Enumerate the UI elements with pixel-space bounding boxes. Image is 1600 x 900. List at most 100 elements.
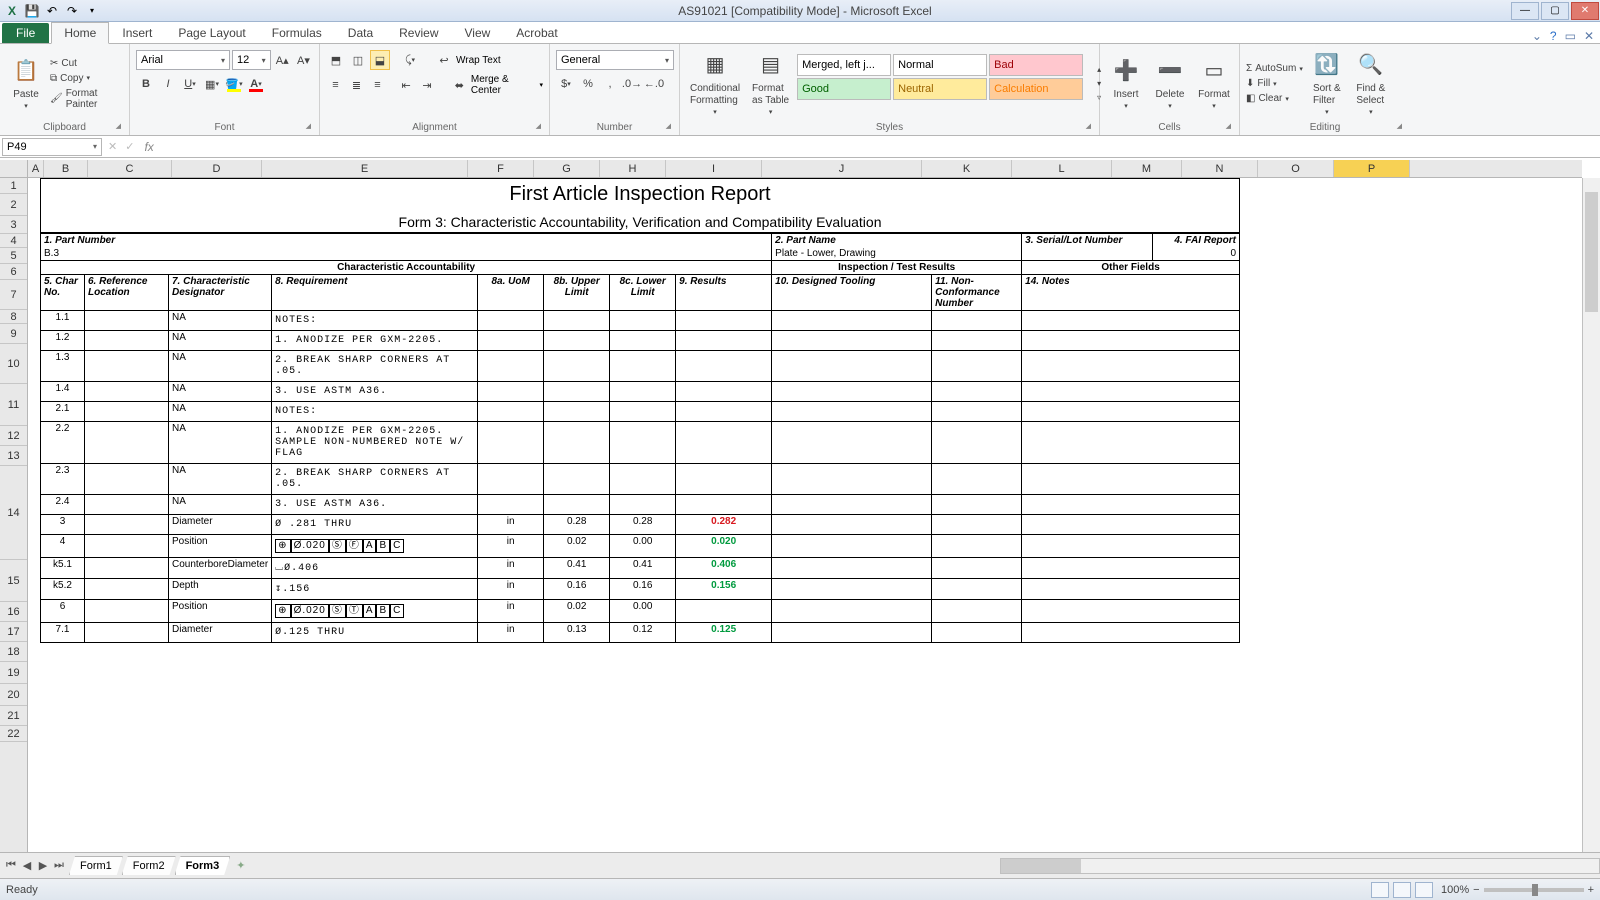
cell-style-3[interactable]: Good (797, 78, 891, 100)
sheet-tab-form3[interactable]: Form3 (175, 856, 231, 875)
increase-indent-icon[interactable]: ⇥ (418, 75, 437, 95)
fx-icon[interactable]: fx (138, 140, 159, 154)
font-name-combo[interactable]: Arial▾ (136, 50, 230, 70)
number-format-combo[interactable]: General▾ (556, 50, 674, 70)
col-header-F[interactable]: F (468, 160, 534, 177)
close-button[interactable]: ✕ (1571, 2, 1599, 20)
tab-home[interactable]: Home (51, 22, 109, 44)
page-break-view-icon[interactable] (1415, 882, 1433, 898)
minimize-ribbon-icon[interactable]: ⌄ (1532, 29, 1542, 43)
sheet-tab-form1[interactable]: Form1 (69, 856, 123, 875)
col-header-J[interactable]: J (762, 160, 922, 177)
percent-icon[interactable]: % (578, 74, 598, 94)
row-header-6[interactable]: 6 (0, 264, 27, 280)
col-header-O[interactable]: O (1258, 160, 1334, 177)
minimize-button[interactable]: — (1511, 2, 1539, 20)
col-header-C[interactable]: C (88, 160, 172, 177)
align-left-icon[interactable]: ≡ (326, 75, 345, 95)
decrease-indent-icon[interactable]: ⇤ (397, 75, 416, 95)
horizontal-scrollbar[interactable] (1000, 858, 1600, 874)
row-header-13[interactable]: 13 (0, 446, 27, 466)
vertical-scrollbar[interactable] (1582, 178, 1600, 852)
row-header-18[interactable]: 18 (0, 642, 27, 662)
delete-cells-button[interactable]: ➖Delete▾ (1150, 46, 1190, 121)
worksheet-grid[interactable]: ABCDEFGHIJKLMNOP 12345678910111213141516… (0, 160, 1600, 878)
align-right-icon[interactable]: ≡ (368, 75, 387, 95)
col-header-A[interactable]: A (28, 160, 44, 177)
normal-view-icon[interactable] (1371, 882, 1389, 898)
row-header-19[interactable]: 19 (0, 662, 27, 684)
zoom-level[interactable]: 100% (1441, 884, 1469, 896)
sheet-nav-last-icon[interactable]: ⏭ (52, 859, 66, 872)
col-header-D[interactable]: D (172, 160, 262, 177)
decrease-font-icon[interactable]: A▾ (294, 50, 313, 70)
decrease-decimal-icon[interactable]: ←.0 (644, 74, 664, 94)
col-header-P[interactable]: P (1334, 160, 1410, 177)
wrap-text-icon[interactable]: ↩ (434, 50, 454, 70)
border-button[interactable]: ▦▾ (202, 74, 222, 94)
row-header-20[interactable]: 20 (0, 684, 27, 706)
col-header-I[interactable]: I (666, 160, 762, 177)
clear-button[interactable]: ◧Clear▾ (1246, 92, 1303, 105)
cell-style-4[interactable]: Neutral (893, 78, 987, 100)
row-header-11[interactable]: 11 (0, 384, 27, 426)
sheet-nav-first-icon[interactable]: ⏮ (4, 859, 18, 872)
select-all-corner[interactable] (0, 160, 28, 178)
row-header-2[interactable]: 2 (0, 194, 27, 216)
column-headers[interactable]: ABCDEFGHIJKLMNOP (28, 160, 1582, 178)
conditional-formatting-button[interactable]: ▦Conditional Formatting▾ (686, 46, 744, 121)
tab-page-layout[interactable]: Page Layout (165, 22, 258, 43)
col-header-B[interactable]: B (44, 160, 88, 177)
font-color-button[interactable]: A▾ (246, 74, 266, 94)
row-header-12[interactable]: 12 (0, 426, 27, 446)
row-header-3[interactable]: 3 (0, 216, 27, 234)
page-layout-view-icon[interactable] (1393, 882, 1411, 898)
cell-style-5[interactable]: Calculation (989, 78, 1083, 100)
autosum-button[interactable]: ΣAutoSum▾ (1246, 62, 1303, 75)
col-header-K[interactable]: K (922, 160, 1012, 177)
sheet-nav-next-icon[interactable]: ▶ (36, 859, 50, 872)
col-header-E[interactable]: E (262, 160, 468, 177)
window-restore-icon[interactable]: ▭ (1565, 29, 1576, 43)
increase-font-icon[interactable]: A▴ (273, 50, 292, 70)
cancel-formula-icon[interactable]: ✕ (104, 140, 121, 153)
underline-button[interactable]: U▾ (180, 74, 200, 94)
format-cells-button[interactable]: ▭Format▾ (1194, 46, 1234, 121)
copy-button[interactable]: ⧉Copy▾ (50, 72, 123, 85)
font-size-combo[interactable]: 12▾ (232, 50, 271, 70)
row-header-16[interactable]: 16 (0, 602, 27, 622)
sheet-nav-prev-icon[interactable]: ◀ (20, 859, 34, 872)
align-middle-icon[interactable]: ◫ (348, 50, 368, 70)
insert-cells-button[interactable]: ➕Insert▾ (1106, 46, 1146, 121)
row-header-5[interactable]: 5 (0, 248, 27, 264)
enter-formula-icon[interactable]: ✓ (121, 140, 138, 153)
formula-input[interactable] (160, 138, 1600, 156)
fill-color-button[interactable]: 🪣▾ (224, 74, 244, 94)
tab-review[interactable]: Review (386, 22, 451, 43)
tab-acrobat[interactable]: Acrobat (503, 22, 570, 43)
file-tab[interactable]: File (2, 23, 49, 43)
name-box[interactable]: P49▾ (2, 138, 102, 156)
window-close-icon[interactable]: ✕ (1584, 29, 1594, 43)
col-header-G[interactable]: G (534, 160, 600, 177)
align-top-icon[interactable]: ⬒ (326, 50, 346, 70)
row-header-15[interactable]: 15 (0, 560, 27, 602)
row-headers[interactable]: 12345678910111213141516171819202122 (0, 178, 28, 852)
new-sheet-icon[interactable]: ✦ (236, 859, 245, 872)
align-center-icon[interactable]: ≣ (347, 75, 366, 95)
qat-dropdown-icon[interactable]: ▾ (84, 3, 100, 19)
row-header-4[interactable]: 4 (0, 234, 27, 248)
row-header-9[interactable]: 9 (0, 324, 27, 344)
italic-button[interactable]: I (158, 74, 178, 94)
paste-button[interactable]: 📋 Paste▾ (6, 46, 46, 121)
col-header-N[interactable]: N (1182, 160, 1258, 177)
tab-data[interactable]: Data (335, 22, 386, 43)
col-header-L[interactable]: L (1012, 160, 1112, 177)
redo-icon[interactable]: ↷ (64, 3, 80, 19)
tab-insert[interactable]: Insert (109, 22, 165, 43)
comma-icon[interactable]: , (600, 74, 620, 94)
align-bottom-icon[interactable]: ⬓ (370, 50, 390, 70)
row-header-8[interactable]: 8 (0, 310, 27, 324)
sort-filter-button[interactable]: 🔃Sort & Filter▾ (1307, 46, 1347, 121)
find-select-button[interactable]: 🔍Find & Select▾ (1351, 46, 1391, 121)
